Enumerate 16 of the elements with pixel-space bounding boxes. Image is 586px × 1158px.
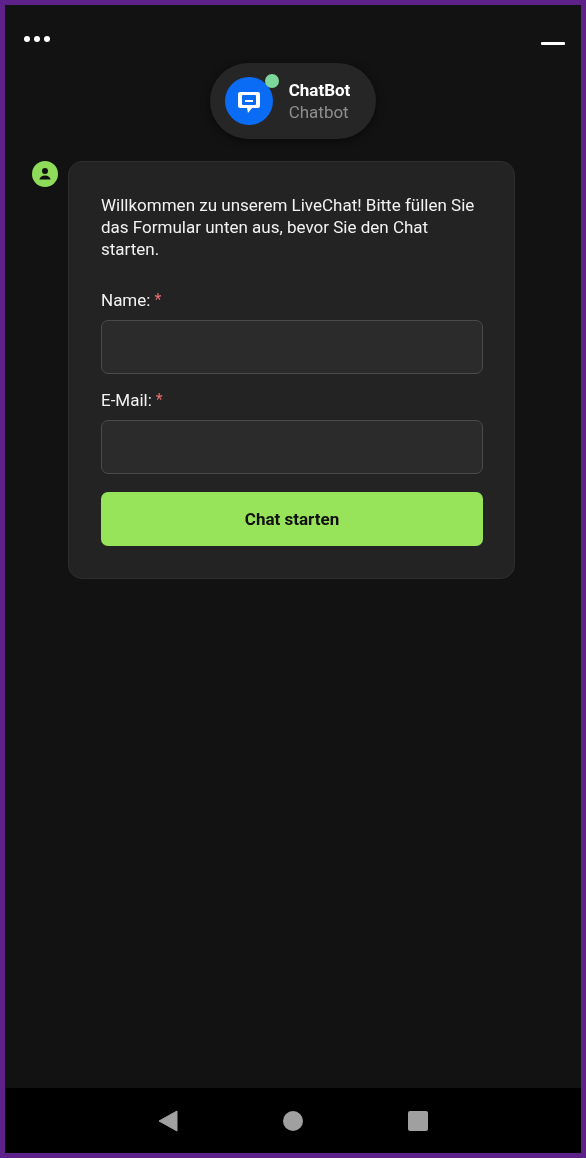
agent-name: ChatBot xyxy=(288,80,351,100)
required-mark: * xyxy=(154,290,162,310)
home-icon[interactable] xyxy=(283,1110,303,1131)
field-label: Name: xyxy=(101,290,151,310)
start-chat-button[interactable]: Chat starten xyxy=(101,492,483,546)
chat-bubble-icon xyxy=(224,77,273,125)
input-field[interactable] xyxy=(101,420,483,474)
field-label: E-Mail: xyxy=(101,390,152,410)
back-icon[interactable] xyxy=(157,1109,178,1132)
input-field[interactable] xyxy=(101,320,483,374)
more-icon[interactable] xyxy=(23,35,51,43)
agent-subtitle: Chatbot xyxy=(288,102,350,122)
recents-icon[interactable] xyxy=(408,1110,429,1131)
welcome-message: Willkommen zu unserem LiveChat! Bitte füllen Sie das Formular unten aus, bevor Sie den Chat starten. xyxy=(101,194,476,260)
user-avatar-icon xyxy=(32,161,58,187)
required-mark: * xyxy=(155,390,163,410)
